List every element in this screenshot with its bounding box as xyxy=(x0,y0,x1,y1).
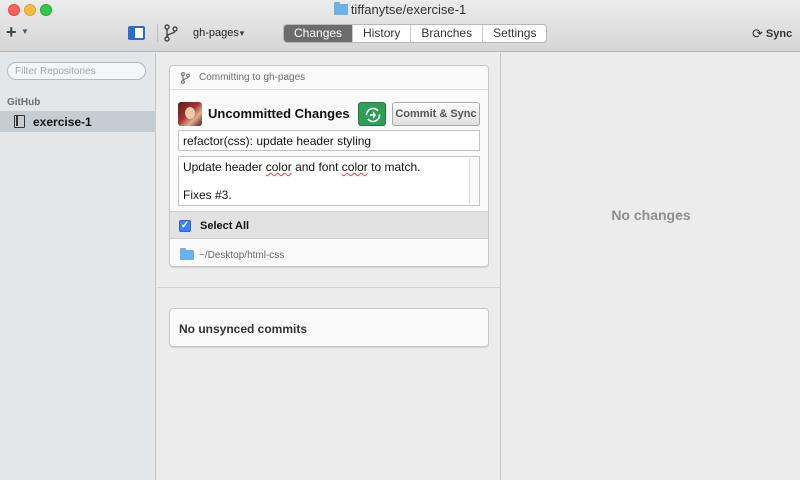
filter-repositories-input[interactable] xyxy=(7,62,146,80)
chevron-down-icon[interactable]: ▼ xyxy=(21,27,29,36)
diff-panel: No changes xyxy=(502,53,800,480)
unsynced-commits-panel: No unsynced commits xyxy=(169,308,489,347)
commit-summary-input[interactable] xyxy=(178,130,480,151)
view-tabs: Changes History Branches Settings xyxy=(283,24,548,43)
branch-icon[interactable] xyxy=(164,24,178,42)
window-toolbar: tiffanytse/exercise-1 + ▼ gh-pages ▼ Cha… xyxy=(0,0,800,52)
sidebar-item-exercise-1[interactable]: exercise-1 xyxy=(0,111,156,132)
select-all-checkbox[interactable]: ✓ xyxy=(179,220,191,232)
description-line: Update header color and font color to ma… xyxy=(183,160,421,174)
chevron-down-icon[interactable]: ▼ xyxy=(238,29,246,38)
description-line xyxy=(183,174,475,188)
tab-branches[interactable]: Branches xyxy=(410,25,482,42)
description-scrollbar[interactable] xyxy=(469,158,478,204)
window-title-text: tiffanytse/exercise-1 xyxy=(350,2,467,17)
window-title: tiffanytse/exercise-1 xyxy=(0,2,800,17)
avatar xyxy=(178,102,202,126)
commit-and-sync-button[interactable]: Commit & Sync xyxy=(392,102,480,126)
sync-label: Sync xyxy=(765,28,793,40)
sync-commits-button[interactable] xyxy=(358,102,386,126)
branch-selector[interactable]: gh-pages xyxy=(193,27,239,39)
sync-icon xyxy=(365,107,381,123)
repo-icon xyxy=(14,115,25,128)
select-all-row: ✓ Select All xyxy=(170,211,488,239)
toggle-sidebar-button[interactable] xyxy=(128,26,145,40)
committing-to-label: Committing to gh-pages xyxy=(199,72,306,83)
description-line: Fixes #3. xyxy=(183,188,232,202)
folder-icon xyxy=(180,248,194,260)
tab-history[interactable]: History xyxy=(352,25,410,42)
toolbar-divider xyxy=(157,24,158,42)
commit-panel: Committing to gh-pages Uncommitted Chang… xyxy=(169,65,489,267)
sidebar-item-label: exercise-1 xyxy=(33,115,92,129)
repository-sidebar: GitHub exercise-1 xyxy=(0,53,156,480)
folder-icon xyxy=(333,2,348,15)
changes-column: Committing to gh-pages Uncommitted Chang… xyxy=(157,53,501,480)
sidebar-section-github: GitHub xyxy=(7,97,41,108)
branch-icon xyxy=(181,72,190,84)
repository-path[interactable]: ~/Desktop/html-css xyxy=(199,250,284,261)
commit-description-textarea[interactable]: Update header color and font color to ma… xyxy=(178,156,480,206)
add-repository-button[interactable]: + xyxy=(6,23,17,41)
uncommitted-changes-title: Uncommitted Changes xyxy=(208,106,350,121)
select-all-label[interactable]: Select All xyxy=(200,220,249,232)
refresh-icon: ⟳ xyxy=(752,26,763,41)
section-divider xyxy=(157,287,501,288)
no-changes-message: No changes xyxy=(611,207,691,223)
commit-header: Committing to gh-pages xyxy=(170,66,488,90)
tab-changes[interactable]: Changes xyxy=(284,25,353,42)
repository-path-row: ~/Desktop/html-css xyxy=(170,240,488,266)
tab-settings[interactable]: Settings xyxy=(482,25,546,42)
unsynced-commits-label: No unsynced commits xyxy=(179,322,308,336)
sync-button[interactable]: ⟳ Sync xyxy=(752,26,792,42)
